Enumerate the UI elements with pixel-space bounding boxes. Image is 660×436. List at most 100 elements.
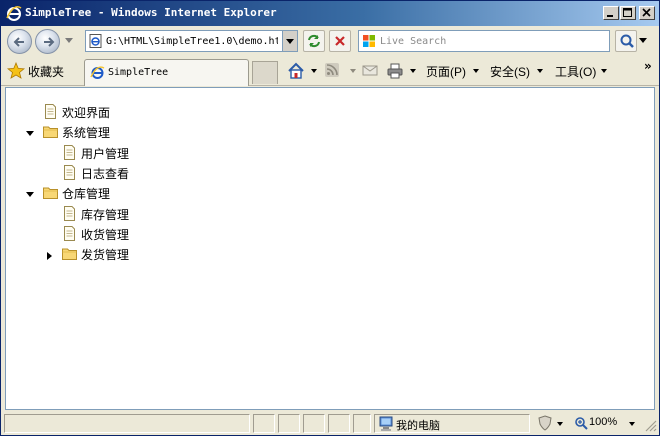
ie-tab-icon (90, 66, 105, 79)
tree-node-label[interactable]: 收货管理 (81, 226, 129, 243)
expanded-triangle-icon[interactable] (26, 127, 34, 137)
tree-node[interactable]: 欢迎界面 (6, 103, 306, 121)
tree-node-label[interactable]: 系统管理 (62, 124, 110, 141)
security-zone[interactable]: 我的电脑 (374, 414, 530, 433)
search-icon (620, 34, 634, 48)
safety-menu-label: 安全(S) (490, 65, 530, 79)
tree-node[interactable]: 日志查看 (6, 164, 306, 182)
back-arrow-icon (13, 37, 24, 47)
folder-icon (62, 246, 77, 261)
tree-node-label[interactable]: 发货管理 (81, 246, 129, 263)
home-button[interactable] (287, 62, 317, 80)
stop-button[interactable] (329, 30, 351, 52)
maximize-icon (623, 8, 632, 17)
refresh-icon (308, 34, 320, 48)
tree-node[interactable]: 用户管理 (6, 144, 306, 162)
print-button[interactable] (386, 62, 416, 80)
zoom-level: 100% (589, 416, 618, 428)
tools-menu-label: 工具(O) (555, 65, 597, 79)
document-icon (62, 144, 77, 160)
security-zone-label: 我的电脑 (396, 420, 440, 432)
back-button[interactable] (7, 29, 32, 54)
forward-button[interactable] (35, 29, 60, 54)
close-button[interactable] (639, 6, 655, 20)
status-panel (328, 414, 350, 433)
page-content: 欢迎界面系统管理用户管理日志查看仓库管理库存管理收货管理发货管理 (5, 87, 655, 410)
windows-live-icon (363, 35, 375, 47)
tree-node-label[interactable]: 仓库管理 (62, 185, 110, 202)
address-dropdown-button[interactable] (282, 31, 297, 51)
tree-node-label[interactable]: 日志查看 (81, 165, 129, 182)
window-title: SimpleTree - Windows Internet Explorer (25, 6, 277, 19)
resize-grip-icon[interactable] (645, 420, 657, 432)
minimize-icon (607, 15, 613, 17)
shield-icon (538, 415, 552, 431)
home-icon (288, 62, 304, 79)
ie-logo-icon (6, 6, 22, 21)
zoom-dropdown-icon (629, 422, 635, 426)
tree-node[interactable]: 系统管理 (6, 123, 306, 141)
status-bar: 我的电脑 100% (1, 411, 659, 435)
search-button[interactable] (615, 30, 637, 52)
command-bar: 收藏夹 SimpleTree 页面(P) 安全(S) 工具(O) » (1, 56, 659, 86)
page-menu[interactable]: 页面(P) (426, 62, 482, 80)
tools-menu[interactable]: 工具(O) (555, 62, 611, 80)
toolbar-overflow-chevron[interactable]: » (644, 59, 652, 73)
zoom-button[interactable]: 100% (572, 414, 640, 433)
my-computer-icon (379, 416, 393, 431)
tree-node[interactable]: 库存管理 (6, 205, 306, 223)
document-icon (62, 205, 77, 221)
status-panel (353, 414, 371, 433)
tree-node[interactable]: 仓库管理 (6, 184, 306, 202)
address-input[interactable] (106, 33, 278, 49)
collapsed-triangle-icon[interactable] (45, 249, 53, 261)
mail-icon (362, 65, 378, 76)
document-icon (62, 164, 77, 180)
printer-icon (387, 63, 403, 79)
tree-node-label[interactable]: 用户管理 (81, 145, 129, 162)
folder-icon (43, 124, 58, 139)
tree-node-label[interactable]: 欢迎界面 (62, 104, 110, 121)
refresh-button[interactable] (303, 30, 325, 52)
expanded-triangle-icon[interactable] (26, 188, 34, 198)
read-mail-button[interactable] (362, 62, 382, 80)
close-icon (642, 8, 651, 17)
status-text-panel (4, 414, 250, 433)
status-panel (303, 414, 325, 433)
protected-mode-button[interactable] (533, 414, 569, 433)
document-icon (62, 225, 77, 241)
home-dropdown-icon[interactable] (311, 69, 317, 73)
address-field[interactable] (85, 30, 298, 52)
tools-menu-dropdown-icon (601, 69, 607, 73)
status-panel (253, 414, 275, 433)
tab-simpletree[interactable]: SimpleTree (84, 59, 249, 86)
protected-mode-dropdown-icon (557, 422, 563, 426)
feeds-button[interactable] (324, 62, 356, 80)
search-options-dropdown-icon[interactable] (639, 38, 647, 44)
new-tab-button[interactable] (252, 61, 278, 84)
folder-icon (43, 185, 58, 200)
safety-menu-dropdown-icon (537, 69, 543, 73)
ie-page-icon (89, 34, 102, 48)
tree-node[interactable]: 收货管理 (6, 225, 306, 243)
browser-window: SimpleTree - Windows Internet Explorer G… (0, 0, 660, 436)
star-icon (7, 62, 25, 79)
minimize-button[interactable] (603, 6, 619, 20)
rss-feed-icon (325, 63, 339, 77)
feeds-dropdown-icon[interactable] (350, 69, 356, 73)
status-panel (278, 414, 300, 433)
document-icon (43, 104, 58, 119)
tree-node-label[interactable]: 库存管理 (81, 206, 129, 223)
favorites-label: 收藏夹 (28, 65, 65, 79)
search-field[interactable] (358, 30, 610, 52)
page-menu-label: 页面(P) (426, 65, 466, 79)
print-dropdown-icon[interactable] (410, 69, 416, 73)
history-dropdown-icon[interactable] (65, 38, 73, 44)
tab-title: SimpleTree (108, 67, 169, 78)
search-input[interactable] (380, 33, 606, 49)
page-menu-dropdown-icon (473, 69, 479, 73)
tree-node[interactable]: 发货管理 (6, 245, 306, 263)
title-bar[interactable]: SimpleTree - Windows Internet Explorer (1, 1, 659, 26)
safety-menu[interactable]: 安全(S) (490, 62, 546, 80)
maximize-button[interactable] (620, 6, 636, 20)
